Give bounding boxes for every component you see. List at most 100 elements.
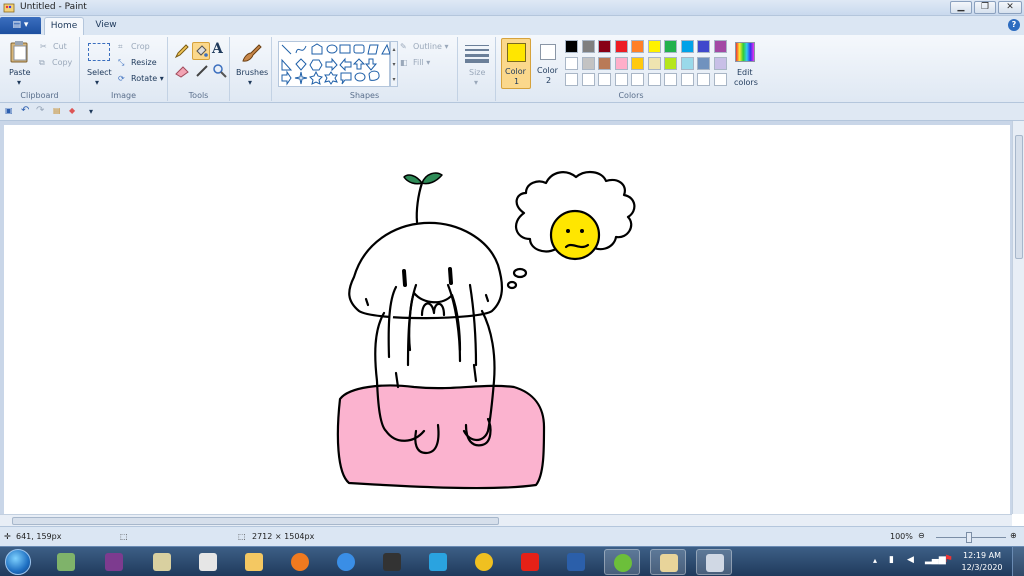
size-dropdown-icon[interactable]: ▾ [474,78,478,87]
rotate-button[interactable]: Rotate ▾ [131,74,164,83]
taskbar-app-paint[interactable] [650,549,686,575]
palette-swatch[interactable] [631,56,644,70]
fill-button[interactable]: Fill ▾ [413,58,430,67]
text-icon[interactable]: A [212,41,228,57]
horizontal-scrollbar[interactable] [0,514,1012,526]
tray-show-hidden-icon[interactable]: ▴ [873,556,877,565]
copy-button[interactable]: Copy [52,58,72,67]
brushes-dropdown-icon[interactable]: ▾ [248,78,252,87]
start-button[interactable] [5,549,31,575]
shapes-gallery[interactable] [278,41,391,87]
cut-button[interactable]: Cut [53,42,67,51]
save-icon[interactable]: ▣ [5,106,13,115]
size-button[interactable]: Size [469,68,485,77]
drawing-canvas[interactable] [4,125,1010,514]
eraser-qat-icon[interactable]: ◆ [69,106,75,115]
palette-swatch[interactable] [581,73,595,86]
zoom-slider-thumb[interactable] [966,532,972,543]
palette-swatch[interactable] [581,56,595,70]
properties-icon[interactable]: ▤ [53,106,61,115]
palette-swatch[interactable] [614,73,628,86]
eraser-icon[interactable] [174,63,190,79]
palette-swatch[interactable] [664,40,677,53]
customize-qat-icon[interactable]: ▾ [89,107,93,116]
horizontal-scroll-thumb[interactable] [12,517,499,525]
tray-network-icon[interactable]: ▮ [889,555,894,565]
tray-signal-icon[interactable]: ▂▄▆ [925,555,946,565]
palette-swatch[interactable] [598,56,611,70]
crop-button[interactable]: Crop [131,42,150,51]
taskbar-app-8[interactable] [374,549,410,575]
taskbar-app-4[interactable] [190,549,226,575]
paste-button[interactable]: Paste [9,68,31,77]
magnifier-icon[interactable] [212,63,228,79]
tab-view[interactable]: View [88,17,124,35]
paste-dropdown-icon[interactable]: ▾ [17,78,21,87]
undo-icon[interactable]: ↶ [21,105,29,116]
tray-volume-icon[interactable]: ◀ [907,555,914,565]
edit-colors-button[interactable]: Edit [737,68,753,77]
tray-flag-icon[interactable]: ⚑ [944,554,953,565]
edit-colors-button-line2[interactable]: colors [734,78,758,87]
palette-swatch[interactable] [697,73,710,86]
palette-swatch[interactable] [565,56,578,70]
palette-swatch[interactable] [680,56,694,70]
show-desktop-button[interactable] [1012,547,1024,576]
size-icon[interactable] [465,43,489,63]
palette-swatch[interactable] [631,73,644,86]
close-button[interactable]: ✕ [998,1,1022,14]
palette-swatch[interactable] [713,56,727,70]
edit-colors-icon[interactable] [735,42,755,62]
restore-button[interactable]: ❐ [974,1,996,14]
taskbar-app-11[interactable] [512,549,548,575]
taskbar-app-5[interactable] [236,549,272,575]
paste-icon[interactable] [9,40,29,64]
file-menu-button[interactable]: ▤ ▾ [0,17,41,34]
palette-swatch[interactable] [664,73,677,86]
palette-swatch[interactable] [647,73,661,86]
color2-selector[interactable]: Color 2 [535,38,563,89]
palette-swatch[interactable] [664,56,677,70]
tab-home[interactable]: Home [44,17,84,35]
palette-swatch[interactable] [598,40,611,53]
help-icon[interactable]: ? [1008,19,1020,31]
outline-button[interactable]: Outline ▾ [413,42,449,51]
taskbar-app-2[interactable] [96,549,132,575]
color1-selector[interactable]: Color 1 [501,38,531,89]
pencil-icon[interactable] [174,43,190,59]
fill-icon[interactable] [192,42,210,60]
palette-swatch[interactable] [647,40,661,53]
palette-swatch[interactable] [565,73,578,86]
taskbar-app-3[interactable] [144,549,180,575]
taskbar-app-15[interactable] [696,549,732,575]
color-picker-icon[interactable] [194,63,210,79]
zoom-in-icon[interactable]: ⊕ [1010,531,1017,540]
minimize-button[interactable]: ▁ [950,1,972,14]
taskbar-app-1[interactable] [48,549,84,575]
palette-swatch[interactable] [680,40,694,53]
zoom-out-icon[interactable]: ⊖ [918,531,925,540]
brushes-button[interactable]: Brushes [236,68,268,77]
taskbar-app-6[interactable] [282,549,318,575]
select-dropdown-icon[interactable]: ▾ [95,78,99,87]
taskbar-app-13[interactable] [604,549,640,575]
palette-swatch[interactable] [614,40,628,53]
palette-swatch[interactable] [713,73,727,86]
vertical-scrollbar[interactable] [1012,121,1024,514]
vertical-scroll-thumb[interactable] [1015,135,1023,259]
palette-swatch[interactable] [713,40,727,53]
taskbar-app-12[interactable] [558,549,594,575]
palette-swatch[interactable] [565,40,578,53]
select-button[interactable]: Select [87,68,112,77]
taskbar-app-7[interactable] [328,549,364,575]
palette-swatch[interactable] [598,73,611,86]
palette-swatch[interactable] [614,56,628,70]
paint-app-icon[interactable] [3,2,15,14]
select-icon[interactable] [88,43,110,61]
palette-swatch[interactable] [647,56,661,70]
taskbar-app-9[interactable] [420,549,456,575]
redo-icon[interactable]: ↷ [36,105,44,116]
palette-swatch[interactable] [697,40,710,53]
brushes-icon[interactable] [239,41,263,65]
palette-swatch[interactable] [697,56,710,70]
